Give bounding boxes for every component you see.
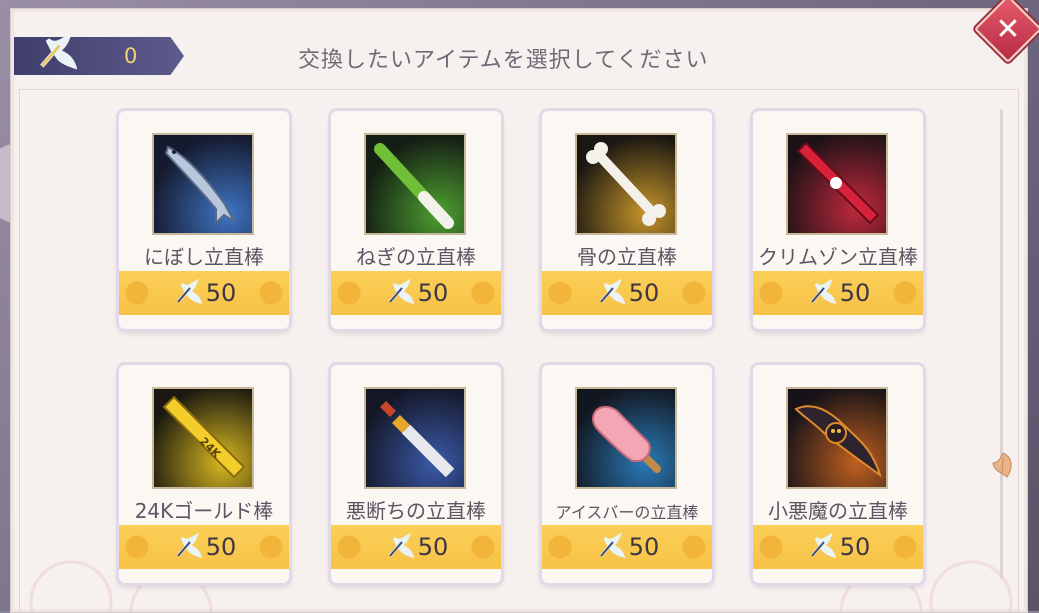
page-title: 交換したいアイテムを選択してください xyxy=(298,48,709,73)
item-card[interactable]: ねぎの立直棒 50 xyxy=(331,111,501,329)
item-card[interactable]: 骨の立直棒 50 xyxy=(542,111,712,329)
exchange-panel: にぼし立直棒 50 ねぎの立直棒 50 骨の立直棒 50 クリムゾン立直棒 50… xyxy=(10,8,1028,613)
item-name: クリムゾン立直棒 xyxy=(758,245,918,269)
item-card[interactable]: アイスバーの立直棒 50 xyxy=(542,365,712,583)
item-price: 50 xyxy=(417,279,449,307)
item-price: 50 xyxy=(205,533,237,561)
sakura-petal-scroll-thumb[interactable] xyxy=(990,451,1016,479)
price-bar: 50 xyxy=(542,525,712,569)
item-price: 50 xyxy=(839,533,871,561)
price-bar: 50 xyxy=(753,271,923,315)
price-bar: 50 xyxy=(331,271,501,315)
price-bar: 50 xyxy=(753,525,923,569)
price-bar: 50 xyxy=(119,525,289,569)
item-price: 50 xyxy=(205,279,237,307)
scrollbar[interactable] xyxy=(1000,109,1003,579)
item-card[interactable]: 小悪魔の立直棒 50 xyxy=(753,365,923,583)
little-devil-stick-icon xyxy=(788,389,886,487)
item-name: 24Kゴールド棒 xyxy=(134,499,274,523)
currency-count: 0 xyxy=(124,44,138,68)
feather-sword-icon xyxy=(806,278,837,308)
crimson-stick-icon xyxy=(788,135,886,233)
green-onion-stick-icon xyxy=(366,135,464,233)
price-bar: 50 xyxy=(542,271,712,315)
feather-sword-icon xyxy=(595,278,626,308)
item-card[interactable]: クリムゾン立直棒 50 xyxy=(753,111,923,329)
feather-sword-icon xyxy=(172,278,203,308)
pixel-sword-stick-icon xyxy=(366,389,464,487)
item-name: アイスバーの立直棒 xyxy=(555,503,699,522)
feather-sword-icon xyxy=(172,532,203,562)
item-name: 小悪魔の立直棒 xyxy=(768,499,908,523)
item-price: 50 xyxy=(839,279,871,307)
feather-sword-icon xyxy=(595,532,626,562)
item-name: 悪断ちの立直棒 xyxy=(346,499,486,523)
currency-badge: 0 xyxy=(14,37,184,75)
item-price: 50 xyxy=(417,533,449,561)
price-bar: 50 xyxy=(119,271,289,315)
feather-sword-icon xyxy=(384,532,415,562)
bone-stick-icon xyxy=(577,135,675,233)
feather-sword-icon xyxy=(806,532,837,562)
feather-sword-icon xyxy=(384,278,415,308)
dried-fish-stick-icon xyxy=(154,135,252,233)
price-bar: 50 xyxy=(331,525,501,569)
item-name: 骨の立直棒 xyxy=(577,245,677,269)
item-name: ねぎの立直棒 xyxy=(356,245,476,269)
item-card[interactable]: 悪断ちの立直棒 50 xyxy=(331,365,501,583)
item-price: 50 xyxy=(628,533,660,561)
item-name: にぼし立直棒 xyxy=(144,245,264,269)
item-price: 50 xyxy=(628,279,660,307)
item-card[interactable]: 24K 24Kゴールド棒 50 xyxy=(119,365,289,583)
item-card[interactable]: にぼし立直棒 50 xyxy=(119,111,289,329)
gold-bar-stick-icon: 24K xyxy=(154,389,252,487)
ice-pop-stick-icon xyxy=(577,389,675,487)
close-icon: ✕ xyxy=(995,11,1021,47)
